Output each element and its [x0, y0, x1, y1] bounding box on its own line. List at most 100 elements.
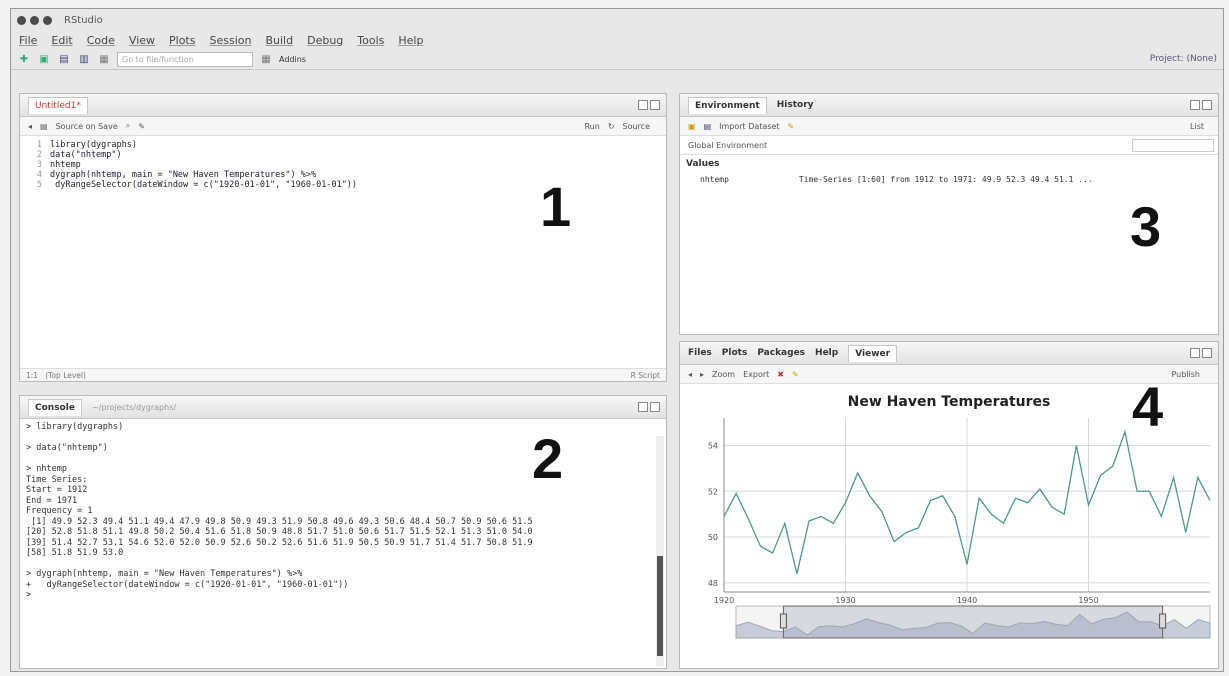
code-text: nhtemp [50, 160, 81, 170]
minimize-env-button[interactable] [1190, 100, 1200, 110]
menu-item-view[interactable]: View [129, 34, 155, 47]
environment-tabs: Environment History [680, 94, 1218, 117]
maximize-env-button[interactable] [1202, 100, 1212, 110]
rstudio-window: RStudio File Edit Code View Plots Session Buil… [10, 8, 1224, 672]
zoom-button[interactable]: Zoom [712, 370, 735, 379]
tab-history[interactable]: History [777, 100, 814, 110]
menu-item-plots[interactable]: Plots [169, 34, 195, 47]
pane-number-1: 1 [540, 175, 572, 238]
broom-viewer-icon[interactable]: ✎ [792, 370, 799, 379]
main-toolbar: ✚ ▣ ▤ ▥ ▦ Go to file/function ▦ Addins P… [11, 49, 1223, 70]
save-icon[interactable]: ▤ [57, 53, 71, 66]
y-tick-label: 52 [708, 487, 718, 496]
scope-indicator[interactable]: (Top Level) [45, 371, 86, 380]
env-variable-row[interactable]: nhtemp Time-Series [1:60] from 1912 to 1… [680, 169, 1218, 184]
save-all-icon[interactable]: ▥ [77, 53, 91, 66]
minimize-console-button[interactable] [638, 402, 648, 412]
code-text: library(dygraphs) [50, 140, 137, 150]
maximize-pane-button[interactable] [650, 100, 660, 110]
viewer-content: New Haven Temperatures 48 50 52 54 1920 1930 1… [680, 375, 1218, 668]
addins-menu[interactable]: Addins [279, 55, 306, 64]
console-scroll-thumb[interactable] [657, 556, 663, 656]
menu-item-debug[interactable]: Debug [307, 34, 343, 47]
tab-untitled[interactable]: Untitled1* [28, 96, 88, 114]
console-path: ~/projects/dygraphs/ [91, 402, 177, 412]
maximize-console-button[interactable] [650, 402, 660, 412]
menu-item-edit[interactable]: Edit [51, 34, 72, 47]
go-to-file-input[interactable]: Go to file/function [117, 51, 253, 67]
back-icon[interactable]: ◂ [28, 122, 32, 131]
print-icon[interactable]: ▦ [97, 53, 111, 66]
tab-environment[interactable]: Environment [688, 96, 767, 114]
tab-help[interactable]: Help [815, 348, 838, 358]
project-menu[interactable]: Project: (None) [1150, 54, 1217, 64]
line-number: 1 [36, 140, 42, 150]
minimize-viewer-button[interactable] [1190, 348, 1200, 358]
tab-files[interactable]: Files [688, 348, 712, 358]
close-window-button[interactable] [17, 15, 26, 25]
source-on-save-checkbox[interactable]: Source on Save [56, 122, 118, 131]
run-button[interactable]: Run [584, 122, 599, 131]
env-search-input[interactable] [1132, 138, 1214, 152]
save-workspace-icon[interactable]: ▤ [704, 122, 712, 131]
line-number: 4 [36, 170, 42, 180]
menu-bar: File Edit Code View Plots Session Build Debug To… [11, 31, 1223, 49]
x-tick-label: 1930 [835, 596, 855, 605]
code-line[interactable]: 1 library(dygraphs) [20, 140, 666, 150]
search-icon[interactable]: ⌕ [126, 121, 130, 131]
wand-icon[interactable]: ✎ [138, 122, 145, 131]
pane-number-4: 4 [1132, 375, 1164, 438]
menu-item-tools[interactable]: Tools [357, 34, 384, 47]
publish-button[interactable]: Publish [1171, 370, 1200, 379]
file-type-indicator[interactable]: R Script [631, 371, 660, 380]
grid-icon[interactable]: ▦ [259, 53, 273, 66]
clear-icon[interactable]: ✖ [777, 370, 784, 379]
code-line[interactable]: 2 data("nhtemp") [20, 150, 666, 160]
save-file-icon[interactable]: ▤ [40, 122, 48, 131]
tab-packages[interactable]: Packages [757, 348, 805, 358]
values-heading: Values [686, 159, 720, 169]
y-tick-label: 54 [708, 441, 718, 450]
pane-number-3: 3 [1130, 195, 1162, 258]
rerun-icon[interactable]: ↻ [608, 122, 615, 131]
scope-bar: Global Environment [680, 136, 1218, 155]
load-workspace-icon[interactable]: ▣ [688, 122, 696, 131]
broom-icon[interactable]: ✎ [788, 122, 795, 131]
forward-arrow-icon[interactable]: ▸ [700, 370, 704, 379]
range-handle-left [779, 613, 787, 629]
source-button[interactable]: Source [623, 122, 650, 131]
environment-toolbar: ▣ ▤ Import Dataset ✎ List [680, 117, 1218, 136]
viewer-tabs: Files Plots Packages Help Viewer [680, 342, 1218, 365]
viewer-pane: Files Plots Packages Help Viewer ◂ ▸ Zoo… [679, 341, 1219, 669]
maximize-window-button[interactable] [43, 15, 52, 25]
tab-console[interactable]: Console [28, 398, 82, 416]
global-environment-dropdown[interactable]: Global Environment [688, 141, 767, 150]
code-text: dygraph(nhtemp, main = "New Haven Temper… [50, 170, 317, 180]
minimize-pane-button[interactable] [638, 100, 648, 110]
code-line[interactable]: 3 nhtemp [20, 160, 666, 170]
menu-item-build[interactable]: Build [265, 34, 293, 47]
line-number: 2 [36, 150, 42, 160]
back-arrow-icon[interactable]: ◂ [688, 370, 692, 379]
list-view-button[interactable]: List [1190, 122, 1204, 131]
new-project-icon[interactable]: ▣ [37, 53, 51, 66]
menu-item-help[interactable]: Help [398, 34, 423, 47]
menu-item-session[interactable]: Session [209, 34, 251, 47]
environment-pane: Environment History ▣ ▤ Import Dataset ✎… [679, 93, 1219, 335]
window-title: RStudio [64, 14, 103, 26]
tab-plots[interactable]: Plots [722, 348, 748, 358]
console-scrollbar[interactable] [656, 436, 664, 666]
code-text: dyRangeSelector(dateWindow = c("1920-01-… [50, 180, 358, 190]
source-tabs: Untitled1* [20, 94, 666, 117]
tab-viewer[interactable]: Viewer [848, 344, 898, 362]
new-file-icon[interactable]: ✚ [17, 53, 31, 66]
menu-item-code[interactable]: Code [87, 34, 115, 47]
console-output[interactable]: > library(dygraphs) > data("nhtemp") > n… [20, 419, 666, 604]
y-tick-label: 48 [708, 579, 718, 588]
maximize-viewer-button[interactable] [1202, 348, 1212, 358]
export-button[interactable]: Export [743, 370, 769, 379]
pane-number-2: 2 [532, 427, 564, 490]
minimize-window-button[interactable] [30, 15, 39, 25]
import-dataset-button[interactable]: Import Dataset [719, 122, 779, 131]
menu-item-file[interactable]: File [19, 34, 37, 47]
